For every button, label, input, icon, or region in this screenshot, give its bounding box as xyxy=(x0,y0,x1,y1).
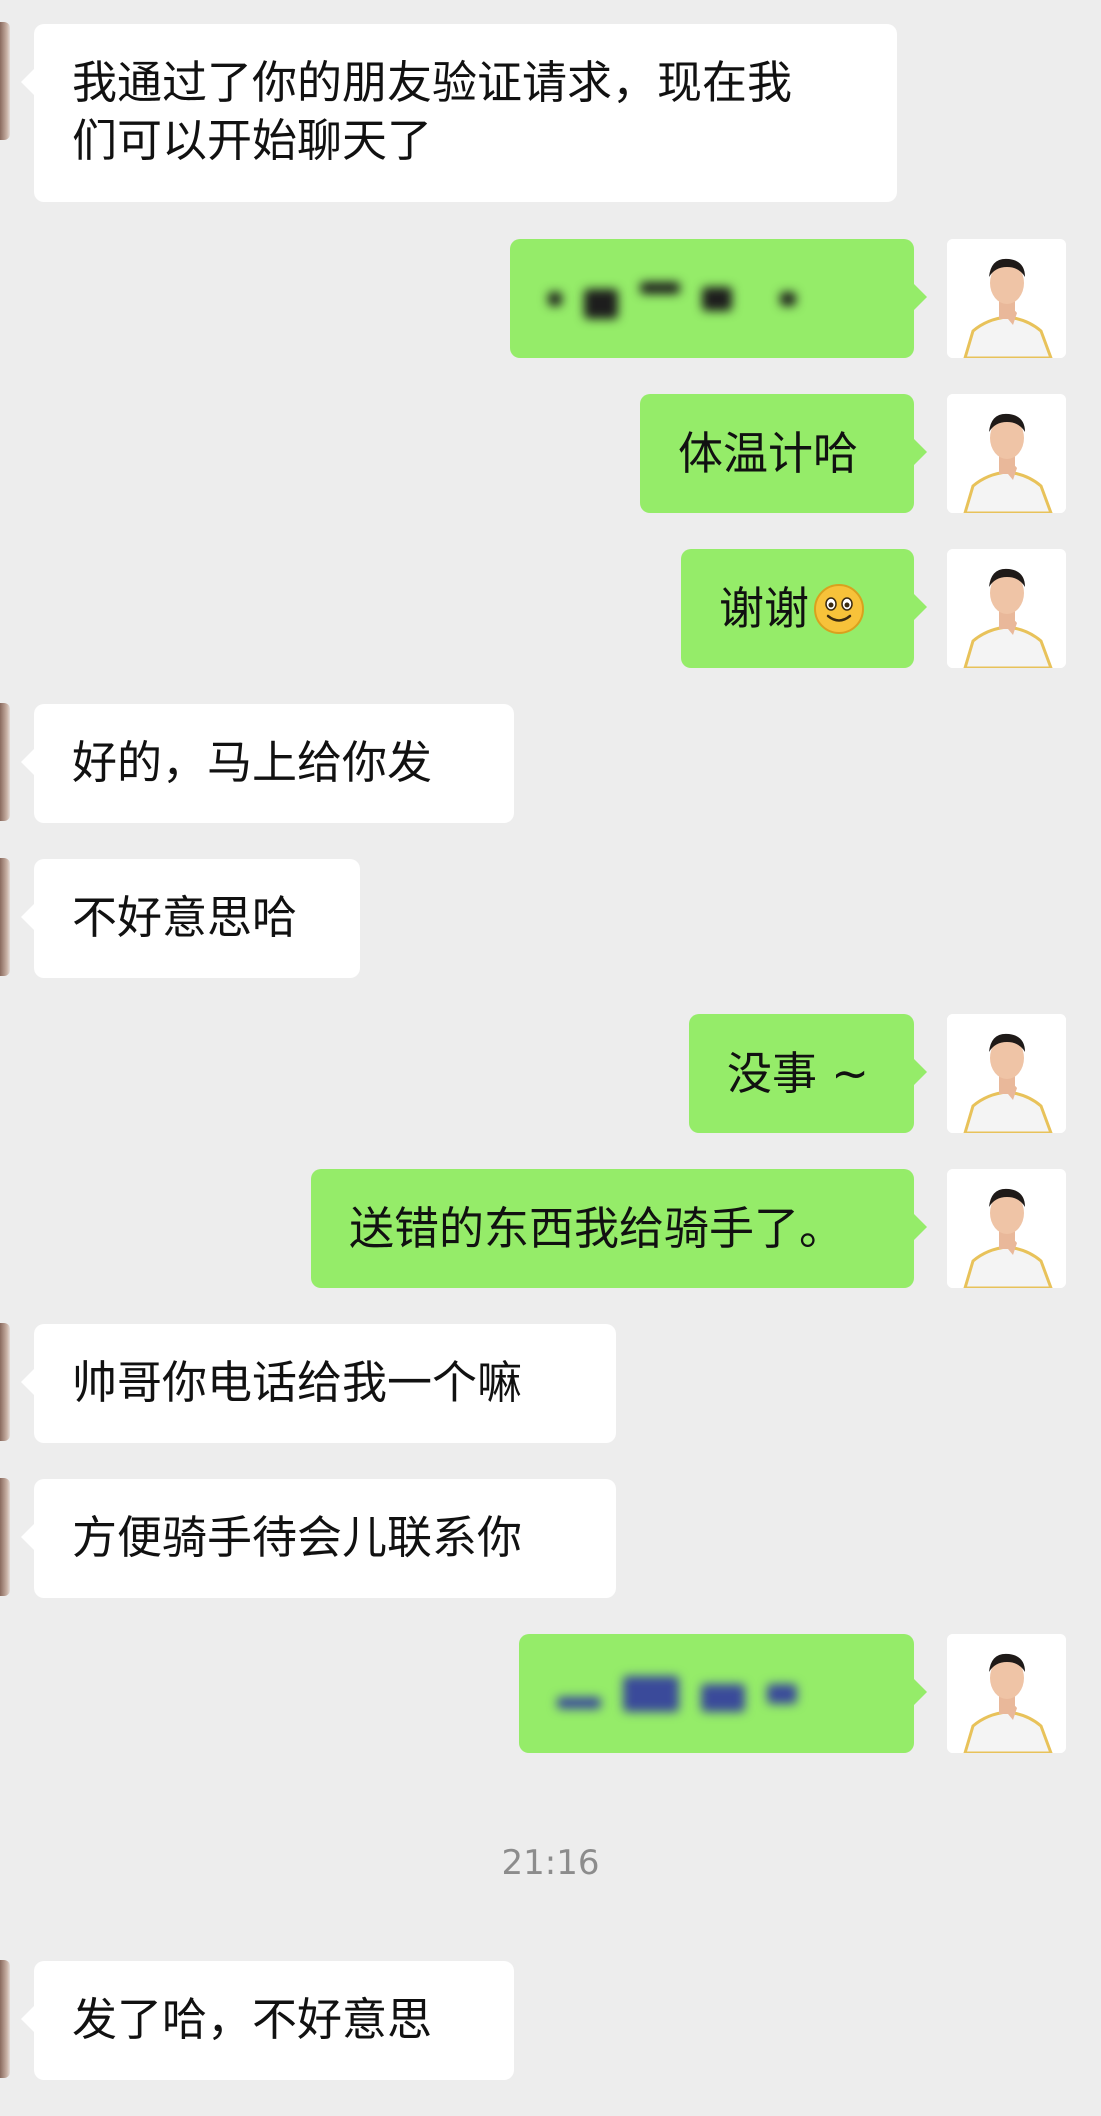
my-avatar[interactable] xyxy=(947,239,1066,358)
my-avatar[interactable] xyxy=(947,1634,1066,1753)
my-avatar[interactable] xyxy=(947,549,1066,668)
incoming-message-bubble[interactable]: 好的，马上给你发 xyxy=(21,704,514,823)
message-timestamp: 21:16 xyxy=(501,1843,600,1883)
outgoing-message-bubble[interactable]: 没事 ~ xyxy=(689,1014,927,1133)
chat-message-list[interactable]: 我通过了你的朋友验证请求，现在我 们可以开始聊天了 体温计哈 谢谢 好的，马上给… xyxy=(0,0,1101,2116)
redacted-content xyxy=(548,270,796,328)
outgoing-message-bubble[interactable]: 送错的东西我给骑手了。 xyxy=(311,1169,927,1288)
incoming-message-bubble[interactable]: 发了哈，不好意思 xyxy=(21,1961,514,2080)
message-text: 送错的东西我给骑手了。 xyxy=(349,1201,845,1255)
person-avatar-icon xyxy=(947,1014,1066,1133)
message-text: 体温计哈 xyxy=(678,426,859,480)
my-avatar[interactable] xyxy=(947,1169,1066,1288)
incoming-message-bubble[interactable]: 我通过了你的朋友验证请求，现在我 们可以开始聊天了 xyxy=(21,24,897,202)
incoming-message-bubble[interactable]: 帅哥你电话给我一个嘛 xyxy=(21,1324,616,1443)
message-text: 好的，马上给你发 xyxy=(72,736,433,789)
contact-avatar[interactable] xyxy=(0,1478,10,1596)
incoming-message-bubble[interactable]: 不好意思哈 xyxy=(21,859,360,978)
message-text: 我通过了你的朋友验证请求，现在我 xyxy=(72,56,793,109)
message-text: 发了哈，不好意思 xyxy=(72,1993,433,2046)
person-avatar-icon xyxy=(947,1169,1066,1288)
smiley-icon xyxy=(814,583,865,634)
my-avatar[interactable] xyxy=(947,394,1066,513)
contact-avatar[interactable] xyxy=(0,22,10,140)
outgoing-message-bubble-redacted[interactable] xyxy=(510,239,927,358)
contact-avatar[interactable] xyxy=(0,1323,10,1441)
contact-avatar[interactable] xyxy=(0,1960,10,2078)
message-text: 没事 ~ xyxy=(727,1046,870,1100)
outgoing-message-bubble-redacted[interactable] xyxy=(519,1634,927,1753)
person-avatar-icon xyxy=(947,394,1066,513)
my-avatar[interactable] xyxy=(947,1014,1066,1133)
outgoing-message-bubble[interactable]: 体温计哈 xyxy=(640,394,927,513)
message-text: 方便骑手待会儿联系你 xyxy=(72,1511,523,1564)
outgoing-message-bubble[interactable]: 谢谢 xyxy=(681,549,927,668)
incoming-message-bubble[interactable]: 方便骑手待会儿联系你 xyxy=(21,1479,616,1598)
message-text: 不好意思哈 xyxy=(72,891,298,944)
contact-avatar[interactable] xyxy=(0,703,10,821)
redacted-content xyxy=(557,1665,797,1723)
person-avatar-icon xyxy=(947,239,1066,358)
message-text: 们可以开始聊天了 xyxy=(72,114,433,167)
message-text: 帅哥你电话给我一个嘛 xyxy=(72,1356,523,1409)
person-avatar-icon xyxy=(947,549,1066,668)
contact-avatar[interactable] xyxy=(0,858,10,976)
message-text: 谢谢 xyxy=(719,581,810,635)
person-avatar-icon xyxy=(947,1634,1066,1753)
